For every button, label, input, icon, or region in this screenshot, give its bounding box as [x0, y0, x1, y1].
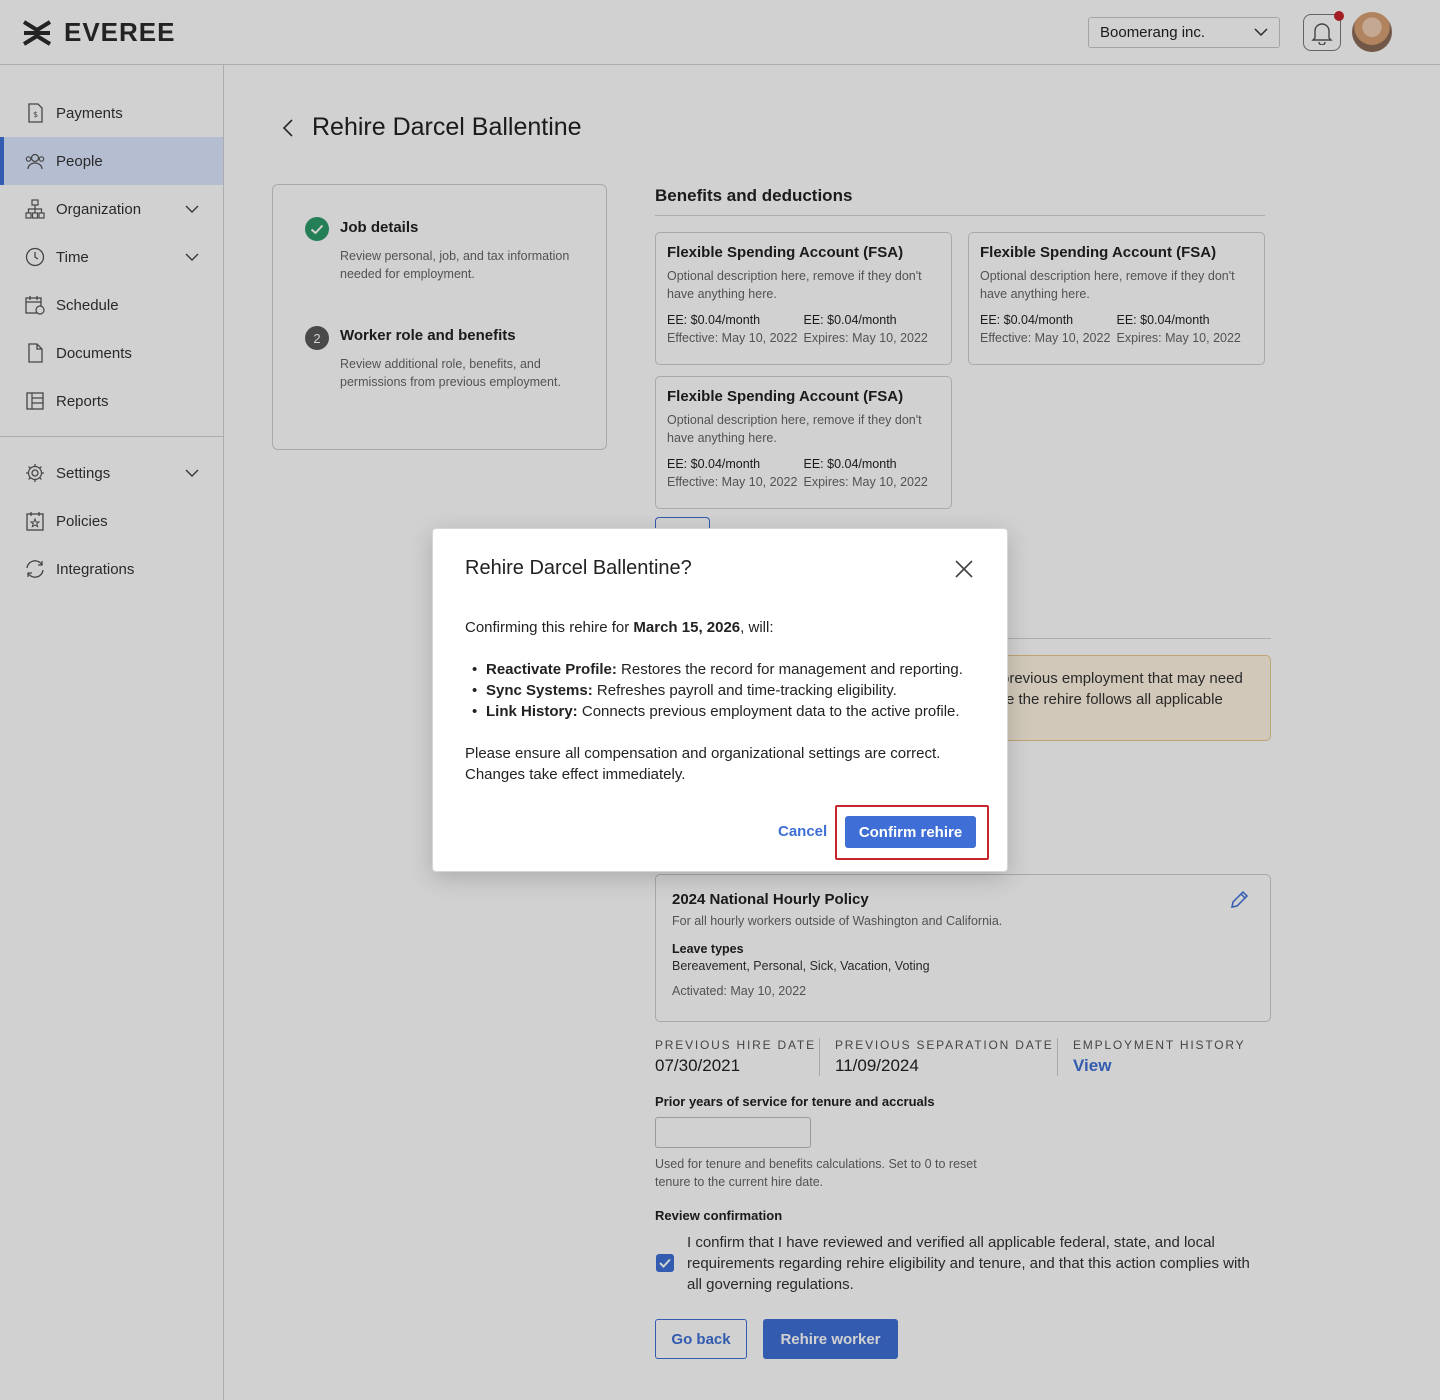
dialog-body: Confirming this rehire for March 15, 202… [465, 617, 985, 785]
dialog-intro: Confirming this rehire for March 15, 202… [465, 617, 985, 638]
bullet-text: Restores the record for management and r… [616, 661, 963, 678]
dialog-note: Please ensure all compensation and organ… [465, 745, 941, 762]
confirm-rehire-button[interactable]: Confirm rehire [845, 816, 976, 848]
bullet-heading: Reactivate Profile: [486, 661, 617, 678]
cancel-button[interactable]: Cancel [778, 823, 827, 840]
rehire-date: March 15, 2026 [633, 619, 741, 636]
bullet-item: Link History: Connects previous employme… [472, 701, 985, 722]
bullet-text: Refreshes payroll and time-tracking elig… [592, 682, 897, 699]
dialog-title: Rehire Darcel Ballentine? [465, 557, 692, 579]
intro-text: , will: [740, 619, 774, 636]
intro-text: Confirming this rehire for [465, 619, 634, 636]
bullet-item: Reactivate Profile: Restores the record … [472, 659, 985, 680]
bullet-text: Connects previous employment data to the… [577, 703, 960, 720]
bullet-heading: Sync Systems: [486, 682, 593, 699]
dialog-note: Changes take effect immediately. [465, 766, 686, 783]
bullet-item: Sync Systems: Refreshes payroll and time… [472, 680, 985, 701]
bullet-heading: Link History: [486, 703, 578, 720]
close-icon[interactable] [954, 559, 974, 579]
rehire-confirmation-dialog: Rehire Darcel Ballentine? Confirming thi… [432, 528, 1008, 872]
dialog-bullets: Reactivate Profile: Restores the record … [472, 659, 985, 722]
